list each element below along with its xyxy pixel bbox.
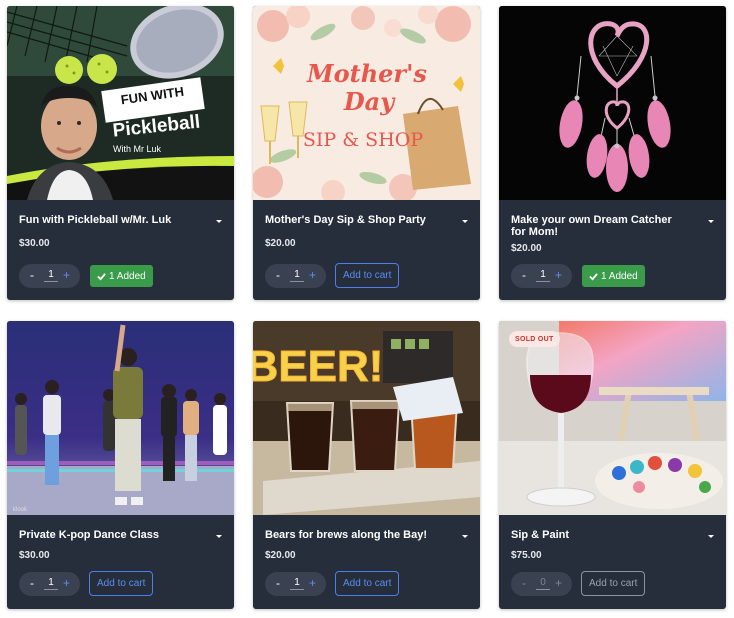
product-title[interactable]: Mother's Day Sip & Shop Party xyxy=(265,214,443,226)
decrement-button[interactable]: - xyxy=(30,268,34,282)
quantity-input[interactable]: 1 xyxy=(44,269,58,282)
product-price: $30.00 xyxy=(19,550,50,561)
product-title[interactable]: Private K-pop Dance Class xyxy=(19,529,197,541)
increment-button[interactable]: + xyxy=(63,576,70,590)
quantity-stepper: - 1 + xyxy=(19,572,80,596)
product-price: $20.00 xyxy=(511,243,542,254)
added-button[interactable]: 1 Added xyxy=(582,265,645,287)
product-card-kpop: klook Private K-pop Dance Class $30.00 -… xyxy=(7,321,234,609)
quantity-input[interactable]: 1 xyxy=(290,269,304,282)
chevron-down-icon[interactable] xyxy=(706,531,716,541)
product-title[interactable]: Make your own Dream Catcher for Mom! xyxy=(511,214,689,238)
image-text-mothers: Mother's xyxy=(306,59,427,88)
chevron-down-icon[interactable] xyxy=(214,531,224,541)
product-card-dream-catcher: Make your own Dream Catcher for Mom! $20… xyxy=(499,6,726,300)
increment-button[interactable]: + xyxy=(309,268,316,282)
sold-out-badge: SOLD OUT xyxy=(509,331,560,347)
add-to-cart-button[interactable]: Add to cart xyxy=(335,571,400,596)
product-card-pickleball: FUN WITH Pickleball With Mr Luk Fun with… xyxy=(7,6,234,300)
quantity-input[interactable]: 0 xyxy=(536,577,550,590)
add-to-cart-button[interactable]: Add to cart xyxy=(89,571,154,596)
product-price: $20.00 xyxy=(265,238,296,249)
quantity-stepper: - 1 + xyxy=(19,264,80,288)
product-image-pickleball[interactable]: FUN WITH Pickleball With Mr Luk xyxy=(7,6,234,200)
added-label: 1 Added xyxy=(109,270,146,282)
image-watermark: klook xyxy=(13,507,28,513)
decrement-button[interactable]: - xyxy=(522,576,526,590)
add-to-cart-button[interactable]: Add to cart xyxy=(335,263,400,288)
decrement-button[interactable]: - xyxy=(276,576,280,590)
increment-button[interactable]: + xyxy=(555,268,562,282)
quantity-stepper: - 1 + xyxy=(265,572,326,596)
product-title[interactable]: Bears for brews along the Bay! xyxy=(265,529,443,541)
quantity-input[interactable]: 1 xyxy=(536,269,550,282)
quantity-stepper: - 1 + xyxy=(265,264,326,288)
quantity-input[interactable]: 1 xyxy=(44,577,58,590)
check-icon xyxy=(97,272,106,281)
product-image-dream-catcher[interactable] xyxy=(499,6,726,200)
product-price: $20.00 xyxy=(265,550,296,561)
product-image-brews[interactable]: BEER! xyxy=(253,321,480,515)
product-price: $75.00 xyxy=(511,550,542,561)
increment-button[interactable]: + xyxy=(309,576,316,590)
chevron-down-icon[interactable] xyxy=(460,216,470,226)
image-text-beer: BEER! xyxy=(253,342,383,391)
quantity-input[interactable]: 1 xyxy=(290,577,304,590)
image-text-with-mr-luk: With Mr Luk xyxy=(113,144,162,154)
quantity-stepper: - 0 + xyxy=(511,572,572,596)
product-title[interactable]: Fun with Pickleball w/Mr. Luk xyxy=(19,214,197,226)
product-title[interactable]: Sip & Paint xyxy=(511,529,689,541)
decrement-button[interactable]: - xyxy=(522,268,526,282)
product-card-sip-paint: SOLD OUT Sip & Paint $75.00 - 0 + Add to… xyxy=(499,321,726,609)
chevron-down-icon[interactable] xyxy=(214,216,224,226)
product-image-sip-paint[interactable]: SOLD OUT xyxy=(499,321,726,515)
product-card-brews: BEER! Bears for brews along the Bay! $20… xyxy=(253,321,480,609)
add-to-cart-button[interactable]: Add to cart xyxy=(581,571,646,596)
chevron-down-icon[interactable] xyxy=(460,531,470,541)
product-card-mothers-day: Mother's Day SIP & SHOP Mother's Day Sip… xyxy=(253,6,480,300)
decrement-button[interactable]: - xyxy=(30,576,34,590)
chevron-down-icon[interactable] xyxy=(706,216,716,226)
image-text-day: Day xyxy=(343,87,396,116)
check-icon xyxy=(589,272,598,281)
increment-button[interactable]: + xyxy=(63,268,70,282)
increment-button[interactable]: + xyxy=(555,576,562,590)
added-button[interactable]: 1 Added xyxy=(90,265,153,287)
added-label: 1 Added xyxy=(601,270,638,282)
product-image-mothers-day[interactable]: Mother's Day SIP & SHOP xyxy=(253,6,480,200)
quantity-stepper: - 1 + xyxy=(511,264,572,288)
image-text-sip-shop: SIP & SHOP xyxy=(303,129,423,151)
decrement-button[interactable]: - xyxy=(276,268,280,282)
product-image-kpop[interactable]: klook xyxy=(7,321,234,515)
product-price: $30.00 xyxy=(19,238,50,249)
